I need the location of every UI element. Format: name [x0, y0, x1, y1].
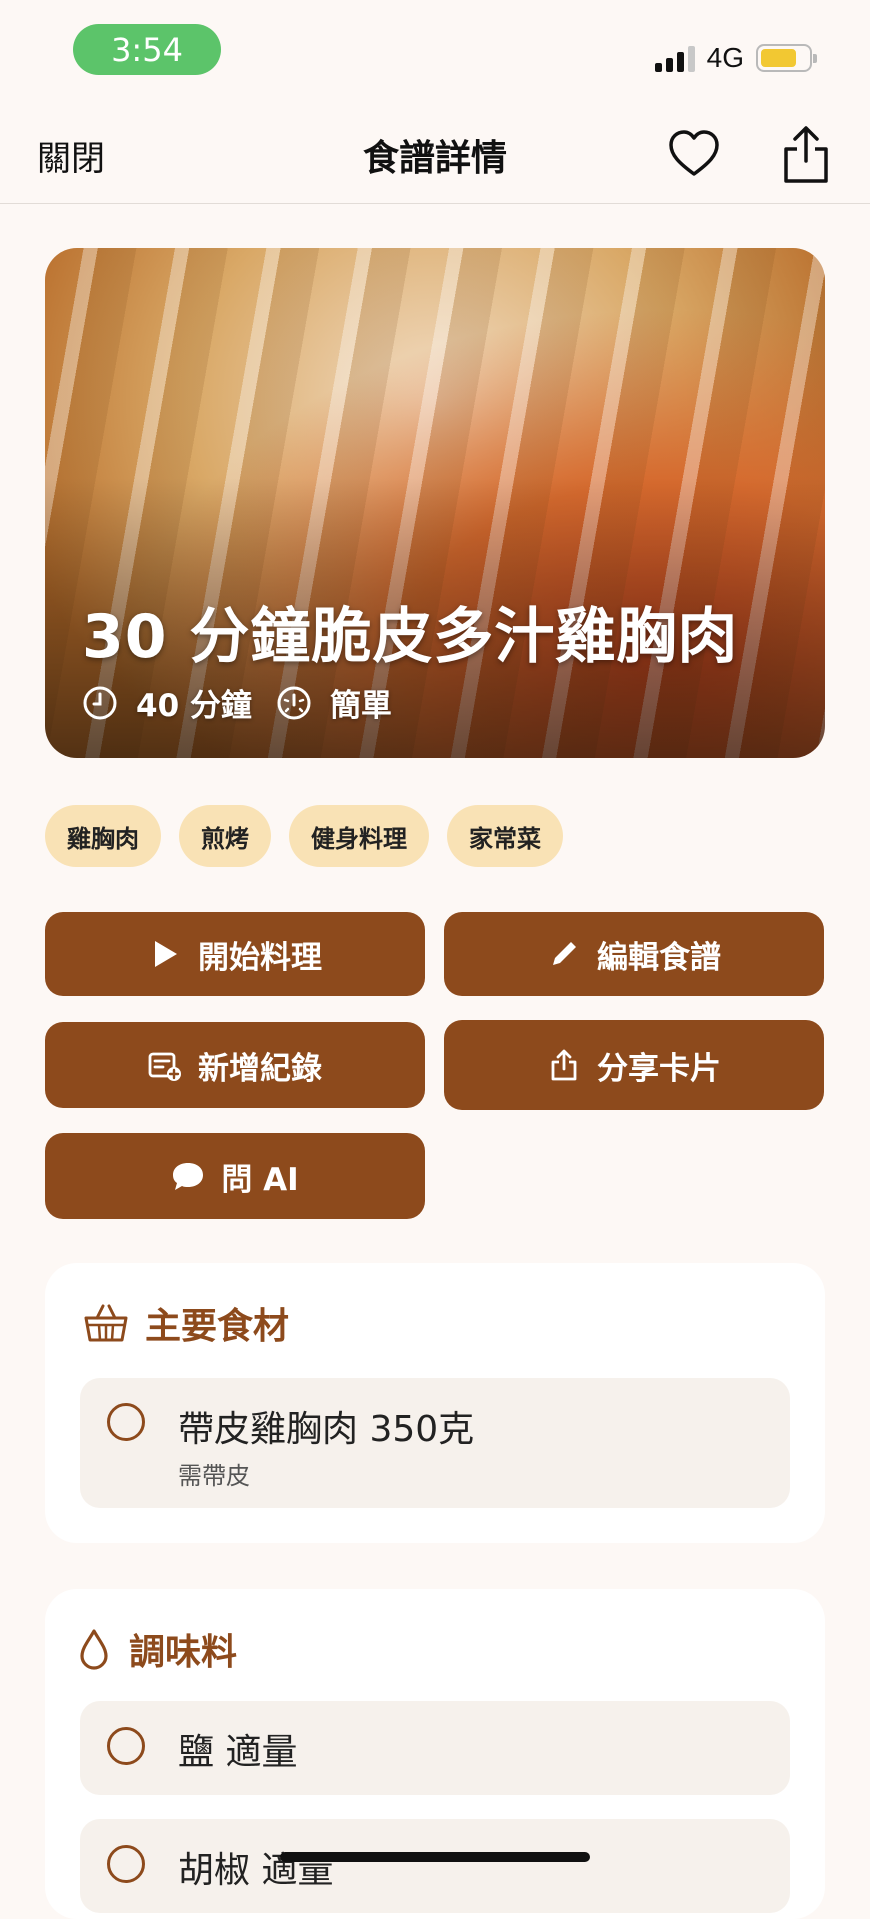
ingredient-item[interactable]: 胡椒 適量	[80, 1819, 790, 1913]
ingredient-name: 鹽 適量	[178, 1732, 298, 1773]
home-indicator[interactable]	[280, 1852, 590, 1862]
seasonings-title: 調味料	[129, 1632, 238, 1673]
chat-bubble-icon	[173, 1163, 204, 1190]
recipe-difficulty: 簡單	[329, 688, 392, 724]
recipe-hero-image: 30 分鐘脆皮多汁雞胸肉 40 分鐘 簡單	[45, 248, 825, 758]
tag-chip[interactable]: 雞胸肉	[45, 805, 161, 867]
note-add-icon	[148, 1052, 181, 1081]
clock-icon	[83, 686, 117, 719]
check-circle[interactable]	[107, 1845, 145, 1883]
main-ingredients-header: 主要食材	[83, 1297, 289, 1349]
tag-list: 雞胸肉 煎烤 健身料理 家常菜	[45, 805, 563, 867]
battery-icon	[756, 44, 817, 72]
tag-chip[interactable]: 煎烤	[179, 805, 271, 867]
seasonings-header: 調味料	[75, 1623, 237, 1675]
recipe-time: 40 分鐘	[136, 688, 252, 724]
nav-bar: 關閉 食譜詳情	[0, 105, 870, 204]
ingredient-item[interactable]: 鹽 適量	[80, 1701, 790, 1795]
play-icon	[155, 941, 177, 967]
share-icon[interactable]	[780, 125, 832, 185]
network-type: 4G	[706, 42, 744, 73]
status-time: 3:54	[73, 24, 221, 75]
add-record-button[interactable]: 新增紀錄	[45, 1022, 425, 1108]
ingredient-note: 需帶皮	[178, 1462, 250, 1490]
ingredient-name: 帶皮雞胸肉 350克	[178, 1409, 475, 1450]
start-cooking-label: 開始料理	[198, 939, 322, 976]
share-card-button[interactable]: 分享卡片	[444, 1020, 824, 1110]
signal-icon	[654, 44, 695, 72]
recipe-meta: 40 分鐘 簡單	[82, 680, 392, 725]
add-record-label: 新增紀錄	[198, 1050, 322, 1087]
heart-icon[interactable]	[667, 127, 721, 181]
main-ingredients-card: 主要食材 帶皮雞胸肉 350克 需帶皮	[45, 1263, 825, 1543]
tag-chip[interactable]: 家常菜	[447, 805, 563, 867]
gauge-icon	[277, 686, 311, 719]
page-title: 食譜詳情	[362, 138, 507, 179]
check-circle[interactable]	[107, 1403, 145, 1441]
edit-recipe-label: 編輯食譜	[597, 939, 721, 976]
ask-ai-button[interactable]: 問 AI	[45, 1133, 425, 1219]
tag-chip[interactable]: 健身料理	[289, 805, 429, 867]
start-cooking-button[interactable]: 開始料理	[45, 912, 425, 996]
edit-recipe-button[interactable]: 編輯食譜	[444, 912, 824, 996]
share-card-label: 分享卡片	[597, 1050, 721, 1087]
ask-ai-label: 問 AI	[221, 1161, 299, 1198]
share-icon	[551, 1049, 577, 1081]
droplet-icon	[80, 1629, 108, 1670]
seasonings-card: 調味料 鹽 適量 胡椒 適量	[45, 1589, 825, 1919]
recipe-title: 30 分鐘脆皮多汁雞胸肉	[82, 602, 739, 672]
check-circle[interactable]	[107, 1727, 145, 1765]
basket-icon	[84, 1304, 128, 1342]
ingredient-item[interactable]: 帶皮雞胸肉 350克 需帶皮	[80, 1378, 790, 1508]
status-indicators: 4G	[654, 36, 817, 80]
main-ingredients-title: 主要食材	[145, 1306, 290, 1347]
ingredient-name: 胡椒 適量	[178, 1850, 334, 1891]
pencil-icon	[553, 942, 576, 965]
